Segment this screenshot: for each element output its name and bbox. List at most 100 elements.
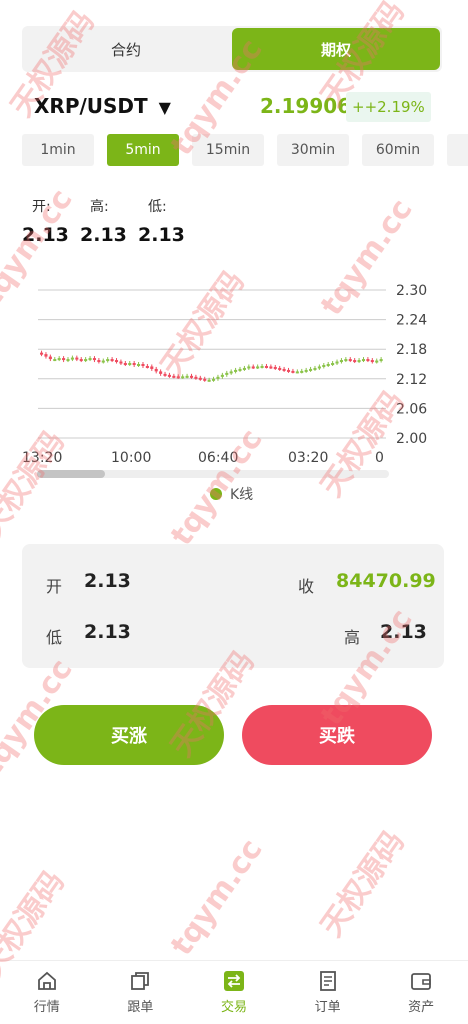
candle <box>154 368 158 372</box>
candle <box>123 363 127 366</box>
candle <box>317 366 321 369</box>
candle <box>110 359 114 362</box>
candle <box>357 360 361 363</box>
x-tick-label: 10:00 <box>111 450 151 466</box>
timeframe-5min[interactable]: 5min <box>107 134 179 166</box>
candle <box>229 371 233 374</box>
candle <box>322 364 326 367</box>
candle <box>339 360 343 363</box>
nav-trade-label: 交易 <box>220 1000 247 1015</box>
chart-scroll-thumb[interactable] <box>37 470 105 478</box>
candle <box>163 373 167 376</box>
copy-icon <box>131 972 150 990</box>
x-tick-label: 0 <box>375 450 384 466</box>
candle <box>114 360 119 363</box>
timeframe-1min[interactable]: 1min <box>22 134 94 166</box>
candle <box>185 375 189 378</box>
info-high-label: 高 <box>344 628 361 647</box>
pair-selector[interactable]: XRP/USDT ▼ <box>34 94 171 118</box>
tab-contract[interactable]: 合约 <box>22 26 230 72</box>
candle <box>242 367 246 370</box>
timeframe-60min[interactable]: 60min <box>362 134 434 166</box>
candle <box>194 376 198 379</box>
buy-rise-button[interactable]: 买涨 <box>34 705 224 765</box>
buy-fall-button[interactable]: 买跌 <box>242 705 432 765</box>
candle <box>269 366 273 369</box>
chart-legend[interactable]: K线 <box>210 484 253 504</box>
nav-copy-trade-label: 跟单 <box>127 1000 154 1015</box>
candle <box>145 365 149 368</box>
candle <box>286 369 291 372</box>
watermark-text: 天权源码 <box>314 824 412 944</box>
candle <box>172 375 176 378</box>
candle <box>234 369 238 372</box>
low-label: 低: <box>148 199 167 215</box>
y-tick-label: 2.06 <box>396 401 427 417</box>
candle <box>66 359 70 362</box>
info-open-label: 开 <box>46 577 63 596</box>
x-tick-label: 03:20 <box>288 450 328 466</box>
pair-header: XRP/USDT ▼ 2.19906 ++2.19% <box>34 92 434 124</box>
candle <box>291 370 295 373</box>
nav-assets[interactable]: 资产 <box>374 961 468 1024</box>
candle <box>62 358 66 361</box>
candle <box>40 352 44 355</box>
candle <box>353 360 357 363</box>
candle <box>97 360 101 363</box>
nav-copy-trade[interactable]: 跟单 <box>94 961 188 1024</box>
candle <box>295 371 299 374</box>
candle <box>238 368 242 371</box>
dropdown-caret-icon: ▼ <box>158 98 171 117</box>
candle <box>212 378 216 381</box>
info-low-label: 低 <box>46 628 63 647</box>
x-tick-label: 06:40 <box>198 450 238 466</box>
price-info-card: 开 2.13 收 84470.99 低 2.13 高 2.13 <box>22 544 444 668</box>
nav-market[interactable]: 行情 <box>0 961 94 1024</box>
candle <box>106 359 110 362</box>
candle <box>309 368 313 371</box>
candle <box>260 365 264 368</box>
candle <box>189 375 194 378</box>
legend-label: K线 <box>230 487 254 503</box>
timeframe-15min[interactable]: 15min <box>192 134 264 166</box>
legend-dot-icon <box>210 488 222 500</box>
candle <box>304 369 308 372</box>
candle <box>79 359 83 362</box>
y-tick-label: 2.18 <box>396 342 427 358</box>
candle <box>225 372 229 375</box>
candle <box>84 359 88 362</box>
candle <box>119 361 123 364</box>
y-tick-label: 2.00 <box>396 431 427 447</box>
candle <box>57 358 61 361</box>
candle <box>216 376 220 379</box>
nav-assets-label: 资产 <box>408 1000 435 1015</box>
open-value: 2.13 <box>22 224 69 246</box>
candle <box>313 367 317 370</box>
info-close-label: 收 <box>298 577 315 596</box>
candle <box>88 358 92 361</box>
info-high-value: 2.13 <box>380 621 427 643</box>
candle <box>251 366 255 369</box>
high-label: 高: <box>90 199 109 215</box>
candle <box>48 356 52 360</box>
nav-orders[interactable]: 订单 <box>281 961 375 1024</box>
candle <box>167 374 171 377</box>
watermark-text: tqym.cc <box>164 832 270 963</box>
candle <box>181 376 185 379</box>
candle <box>331 363 335 366</box>
chart-scrollbar[interactable] <box>37 470 389 478</box>
timeframe-30min[interactable]: 30min <box>277 134 349 166</box>
candle <box>53 359 57 362</box>
candle <box>379 359 383 362</box>
kline-chart[interactable]: 2.30 2.24 2.18 2.12 2.06 2.00 13:20 10:00 06:40 0… <box>0 270 468 480</box>
candle <box>273 366 277 369</box>
candle <box>141 364 145 366</box>
nav-orders-label: 订单 <box>314 1000 341 1015</box>
tab-options[interactable]: 期权 <box>232 28 440 70</box>
candle <box>44 354 48 357</box>
candle <box>220 374 224 377</box>
nav-trade[interactable]: 交易 <box>187 961 281 1024</box>
mode-tabs: 合约 期权 <box>22 26 442 72</box>
timeframe-more[interactable]: 1 <box>447 134 468 166</box>
candle <box>128 363 132 366</box>
